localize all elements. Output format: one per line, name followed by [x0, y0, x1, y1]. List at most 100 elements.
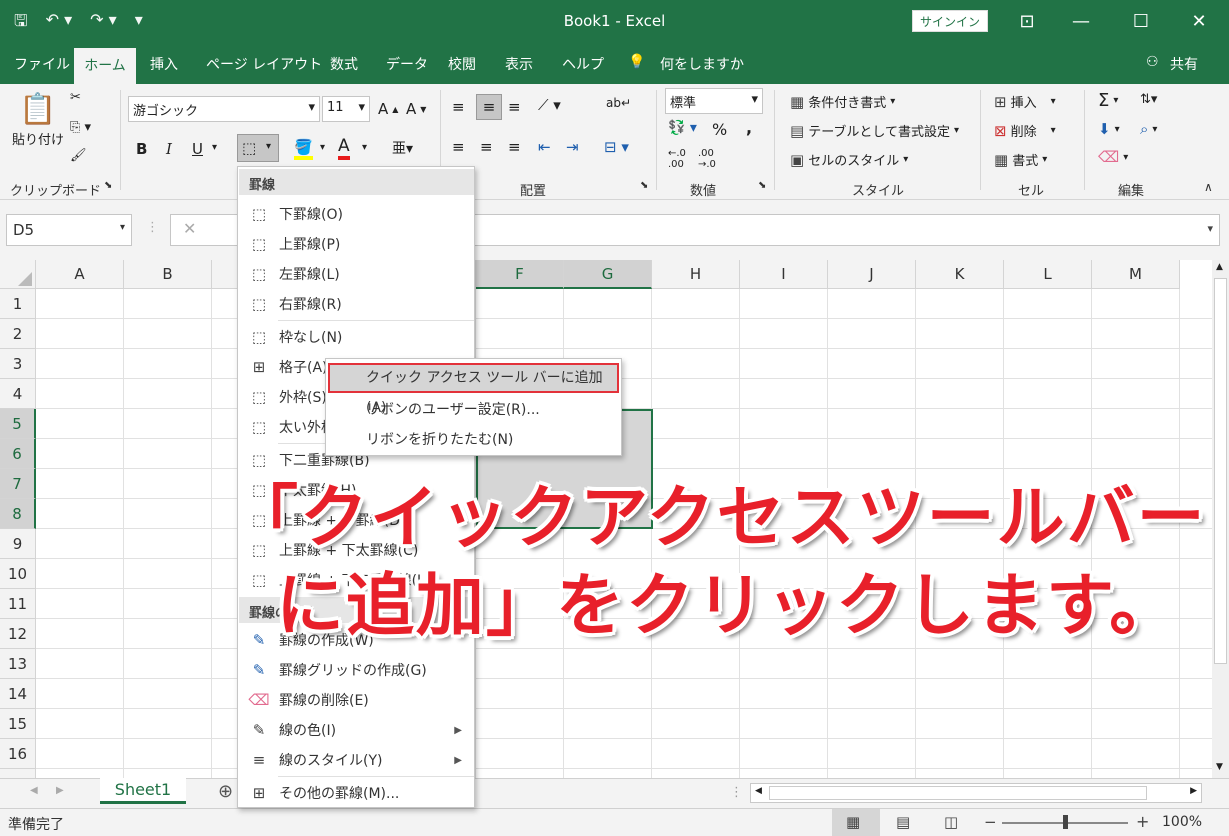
font-color-icon[interactable]: A — [338, 136, 350, 160]
percent-button[interactable]: % — [712, 120, 727, 139]
merge-center-icon[interactable]: ⊟ ▾ — [604, 138, 629, 156]
add-to-quick-access-toolbar[interactable]: クイック アクセス ツール バーに追加(A) — [326, 363, 621, 416]
minimize-icon[interactable]: — — [1066, 8, 1096, 36]
tab-insert[interactable]: 挿入 — [150, 54, 178, 74]
customize-ribbon[interactable]: リボンのユーザー設定(R)... — [326, 395, 621, 425]
decrease-indent-icon[interactable]: ⇤ — [538, 138, 551, 156]
column-header[interactable]: F — [476, 260, 564, 289]
column-header[interactable]: K — [916, 260, 1004, 289]
row-header[interactable]: 5 — [0, 409, 36, 439]
border-menu-item[interactable]: ⬚ 上罫線 + 下二重罫線(U) — [239, 565, 474, 595]
decrease-decimal-icon[interactable]: .00 →.0 — [698, 148, 716, 170]
ribbon-display-icon[interactable]: ⊡ — [1012, 8, 1042, 36]
row-header[interactable]: 15 — [0, 709, 36, 739]
signin-button[interactable]: サインイン — [912, 10, 988, 32]
tab-file[interactable]: ファイル — [14, 54, 70, 74]
dialog-launcher-icon[interactable]: ⬊ — [104, 180, 112, 191]
format-cells-button[interactable]: ▦ 書式 ▾ — [994, 150, 1047, 170]
increase-decimal-icon[interactable]: ←.0.00 — [668, 148, 686, 170]
sort-filter-icon[interactable]: ⇅▾ — [1140, 92, 1157, 107]
currency-icon[interactable]: 💱 ▾ — [668, 120, 697, 136]
border-menu-item[interactable]: ⬚ 上罫線 + 下太罫線(C) — [239, 535, 474, 565]
row-header[interactable]: 3 — [0, 349, 36, 379]
column-header[interactable]: G — [564, 260, 652, 289]
row-header[interactable]: 7 — [0, 469, 36, 499]
row-header[interactable]: 13 — [0, 649, 36, 679]
dialog-launcher-icon[interactable]: ⬊ — [640, 180, 648, 191]
find-select-icon[interactable]: ⌕ ▾ — [1140, 120, 1157, 138]
align-top-icon[interactable]: ≡ — [452, 98, 465, 116]
fill-color-icon[interactable]: 🪣 — [294, 138, 313, 160]
row-header[interactable]: 6 — [0, 439, 36, 469]
underline-button[interactable]: U — [192, 140, 203, 158]
cut-icon[interactable]: ✂ — [70, 90, 81, 105]
row-header[interactable]: 9 — [0, 529, 36, 559]
tab-help[interactable]: ヘルプ — [562, 54, 604, 74]
borders-button[interactable]: ⬚ ▾ — [237, 134, 279, 162]
border-menu-item[interactable]: ⌫ 罫線の削除(E) — [239, 685, 474, 715]
conditional-format-button[interactable]: ▦ 条件付き書式 ▾ — [790, 92, 895, 112]
insert-cells-button[interactable]: ⊞ 挿入 ▾ — [994, 92, 1056, 112]
paste-button[interactable]: 📋 貼り付け — [12, 92, 64, 148]
column-header[interactable]: H — [652, 260, 740, 289]
close-icon[interactable]: ✕ — [1184, 8, 1214, 36]
font-size-select[interactable]: 11 ▾ — [322, 96, 370, 122]
align-right-icon[interactable]: ≡ — [508, 138, 521, 156]
cancel-icon[interactable]: ✕ — [183, 219, 196, 238]
shrink-font-icon[interactable]: A ▼ — [406, 100, 426, 118]
column-header[interactable]: L — [1004, 260, 1092, 289]
align-middle-icon[interactable]: ≡ — [476, 94, 502, 120]
align-bottom-icon[interactable]: ≡ — [508, 98, 521, 116]
bold-button[interactable]: B — [136, 140, 147, 158]
maximize-icon[interactable]: ☐ — [1126, 8, 1156, 36]
phonetic-icon[interactable]: 亜▾ — [392, 138, 413, 158]
tab-formulas[interactable]: 数式 — [330, 54, 358, 74]
row-header[interactable]: 8 — [0, 499, 36, 529]
select-all-button[interactable] — [0, 260, 36, 289]
collapse-ribbon-icon[interactable]: ∧ — [1204, 180, 1213, 194]
border-menu-item[interactable]: ⊞ その他の罫線(M)... — [239, 778, 474, 808]
row-header[interactable]: 17 — [0, 769, 36, 778]
font-name-select[interactable]: 游ゴシック ▾ — [128, 96, 320, 122]
delete-cells-button[interactable]: ⊠ 削除 ▾ — [994, 121, 1056, 141]
page-layout-view-icon[interactable]: ▤ — [896, 813, 910, 831]
align-center-icon[interactable]: ≡ — [480, 138, 493, 156]
border-menu-item[interactable]: ✎ 罫線グリッドの作成(G) — [239, 655, 474, 685]
tab-home[interactable]: ホーム — [74, 48, 136, 84]
column-header[interactable]: B — [124, 260, 212, 289]
row-header[interactable]: 14 — [0, 679, 36, 709]
column-header[interactable]: A — [36, 260, 124, 289]
prev-sheet-icon[interactable]: ◀ — [30, 785, 38, 796]
wrap-text-icon[interactable]: ab↵ — [606, 96, 631, 110]
border-menu-item[interactable]: ✎ 罫線の作成(W) — [239, 625, 474, 655]
border-menu-item[interactable]: ⬚ 枠なし(N) — [239, 322, 474, 352]
fill-icon[interactable]: ⬇ ▾ — [1098, 120, 1120, 138]
clear-icon[interactable]: ⌫ ▾ — [1098, 148, 1128, 166]
column-header[interactable]: I — [740, 260, 828, 289]
add-sheet-icon[interactable]: ⊕ — [218, 781, 233, 802]
page-break-view-icon[interactable]: ◫ — [944, 813, 958, 831]
grow-font-icon[interactable]: A ▲ — [378, 100, 398, 118]
tab-page-layout[interactable]: ページ レイアウト — [206, 54, 322, 74]
italic-button[interactable]: I — [166, 140, 172, 158]
horizontal-scrollbar[interactable]: ◀ ▶ — [750, 783, 1202, 803]
collapse-ribbon[interactable]: リボンを折りたたむ(N) — [326, 425, 621, 455]
row-header[interactable]: 2 — [0, 319, 36, 349]
row-header[interactable]: 10 — [0, 559, 36, 589]
share-button[interactable]: 共有 — [1170, 54, 1198, 74]
tab-view[interactable]: 表示 — [505, 54, 533, 74]
align-left-icon[interactable]: ≡ — [452, 138, 465, 156]
tell-me-search[interactable]: 何をしますか — [660, 54, 744, 74]
increase-indent-icon[interactable]: ⇥ — [566, 138, 579, 156]
sheet-tab-sheet1[interactable]: Sheet1 — [100, 778, 186, 804]
row-header[interactable]: 12 — [0, 619, 36, 649]
tab-data[interactable]: データ — [386, 54, 428, 74]
autosum-icon[interactable]: Σ ▾ — [1098, 90, 1118, 111]
vertical-scrollbar[interactable]: ▲ ▼ — [1212, 260, 1229, 778]
format-painter-icon[interactable]: 🖌 — [70, 148, 87, 163]
underline-dropdown-icon[interactable]: ▾ — [212, 142, 217, 153]
next-sheet-icon[interactable]: ▶ — [56, 785, 64, 796]
row-header[interactable]: 16 — [0, 739, 36, 769]
cell-styles-button[interactable]: ▣ セルのスタイル ▾ — [790, 150, 908, 170]
row-header[interactable]: 1 — [0, 289, 36, 319]
